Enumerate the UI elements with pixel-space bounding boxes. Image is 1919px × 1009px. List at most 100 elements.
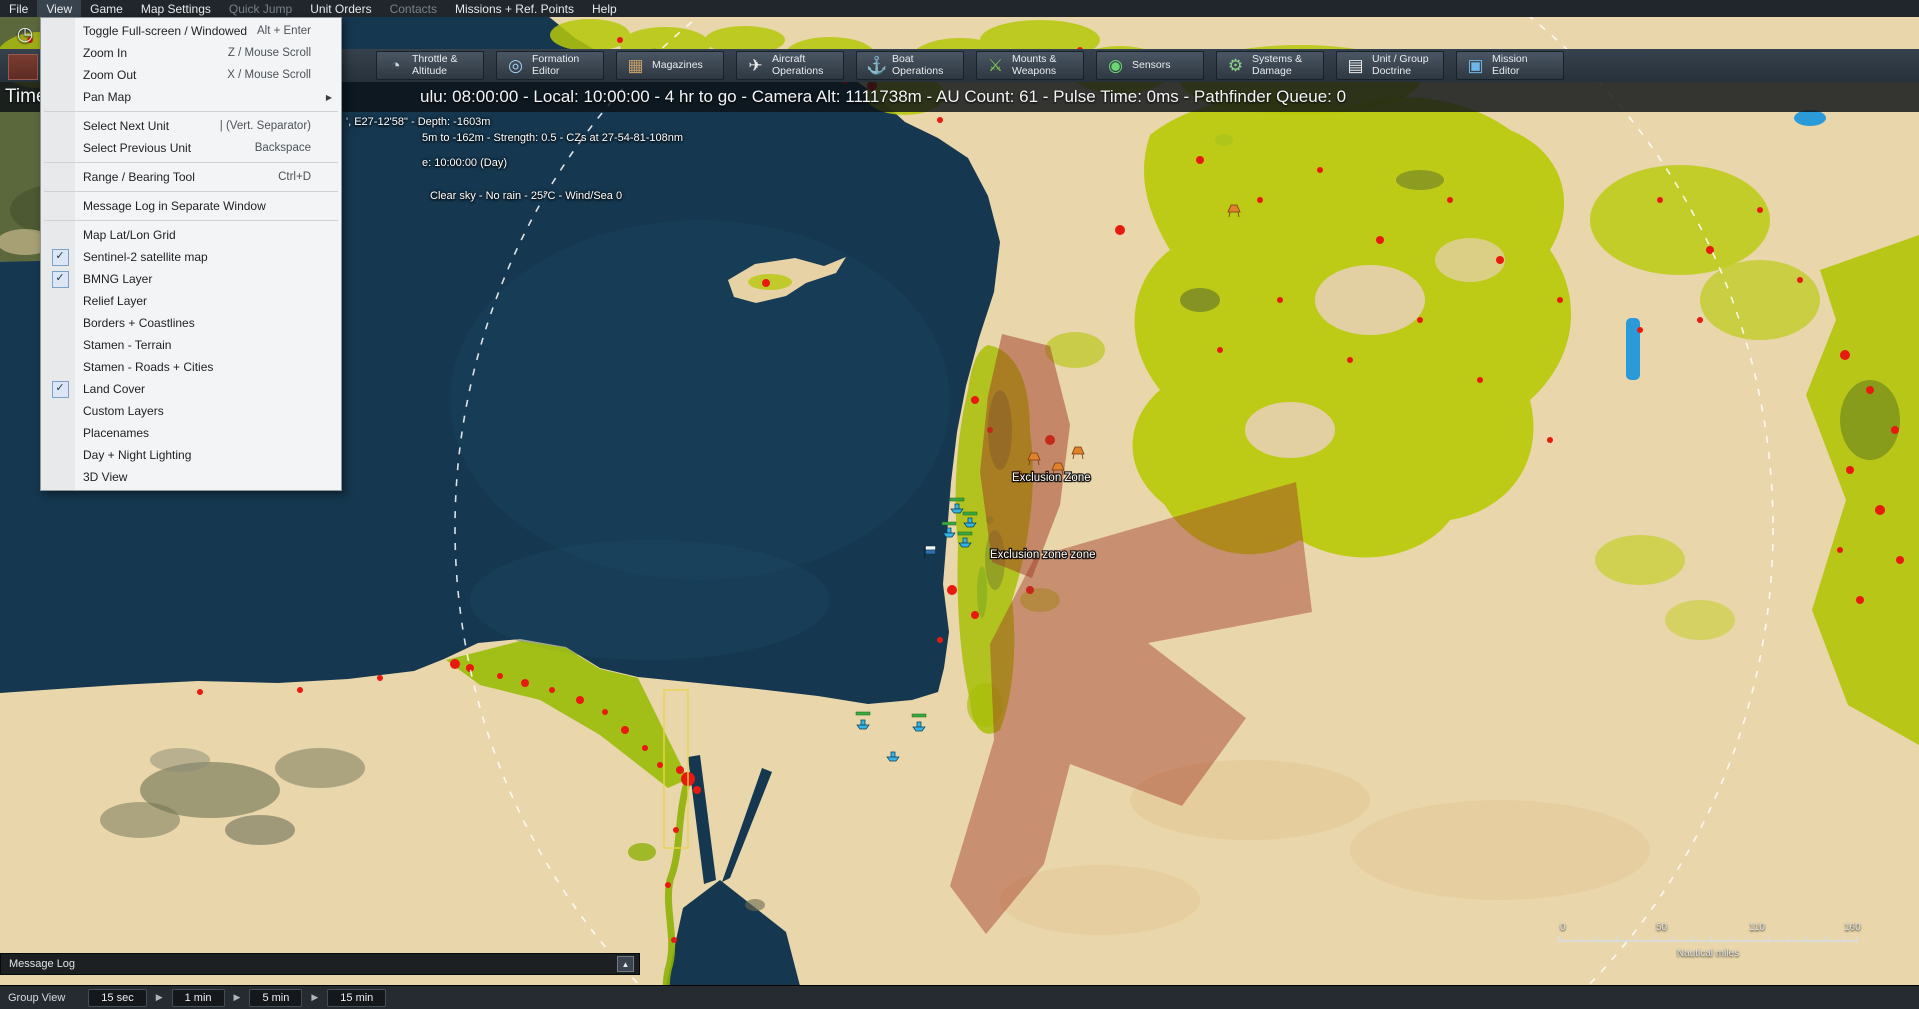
landcover-hole	[1435, 238, 1505, 282]
check-slot	[47, 45, 73, 61]
menu-contacts: Contacts	[381, 0, 446, 17]
menu-item-zoom-in[interactable]: Zoom In Z / Mouse Scroll	[41, 42, 341, 64]
clock-icon[interactable]: ◷	[14, 24, 36, 46]
group-view-label: Group View	[8, 992, 65, 1004]
menu-item-sentinel2-map[interactable]: Sentinel-2 satellite map	[41, 246, 341, 268]
toolbar-systems-damage[interactable]: ⚙ Systems & Damage	[1216, 51, 1324, 80]
mission-editor-icon: ▣	[1466, 56, 1485, 75]
scale-tick: 160	[1844, 922, 1861, 933]
exclusion-zone-label: Exclusion zone zone	[990, 549, 1095, 561]
faiyum-oasis	[628, 843, 656, 861]
landcover-patch	[1665, 600, 1735, 640]
check-slot	[47, 169, 73, 185]
toolbar-button-label: Sensors	[1132, 60, 1194, 72]
menu-missions-ref-points[interactable]: Missions + Ref. Points	[446, 0, 583, 17]
menu-item-placenames[interactable]: Placenames	[41, 422, 341, 444]
menu-item-map-latlon-grid[interactable]: Map Lat/Lon Grid	[41, 224, 341, 246]
toolbar-sensors[interactable]: ◉ Sensors	[1096, 51, 1204, 80]
menu-item-borders-coastlines[interactable]: Borders + Coastlines	[41, 312, 341, 334]
menu-game[interactable]: Game	[81, 0, 132, 17]
gauge-icon: ◔	[386, 56, 405, 75]
menu-bar: File View Game Map Settings Quick Jump U…	[0, 0, 1919, 17]
check-slot	[47, 23, 73, 39]
toolbar-button-label: Mission Editor	[1492, 54, 1554, 78]
aircraft-icon: ✈	[746, 56, 765, 75]
menu-item-zoom-out[interactable]: Zoom Out X / Mouse Scroll	[41, 64, 341, 86]
cursor-position-readout: ', E27-12'58" - Depth: -1603m	[346, 116, 490, 128]
toolbar-button-label: Aircraft Operations	[772, 54, 834, 78]
view-menu-dropdown: Toggle Full-screen / Windowed Alt + Ente…	[40, 17, 342, 491]
sensor-icon: ◉	[1106, 56, 1125, 75]
landcover-patch	[748, 274, 792, 290]
menu-item-select-previous-unit[interactable]: Select Previous Unit Backspace	[41, 137, 341, 159]
checkmark-icon	[47, 249, 73, 265]
menu-unit-orders[interactable]: Unit Orders	[301, 0, 380, 17]
menu-item-relief-layer[interactable]: Relief Layer	[41, 290, 341, 312]
menu-view[interactable]: View	[37, 0, 81, 17]
toolbar-button-label: Boat Operations	[892, 54, 954, 78]
anchor-icon: ⚓	[866, 56, 885, 75]
check-slot	[47, 89, 73, 105]
menu-item-message-log-window[interactable]: Message Log in Separate Window	[41, 195, 341, 217]
menu-item-toggle-fullscreen[interactable]: Toggle Full-screen / Windowed Alt + Ente…	[41, 20, 341, 42]
scale-tick: 50	[1656, 922, 1667, 933]
check-slot	[47, 118, 73, 134]
check-slot	[47, 315, 73, 331]
scale-unit-label: Nautical miles	[1558, 948, 1858, 959]
side-panel-icon[interactable]	[8, 54, 38, 80]
menu-help[interactable]: Help	[583, 0, 626, 17]
menu-item-custom-layers[interactable]: Custom Layers	[41, 400, 341, 422]
menu-map-settings[interactable]: Map Settings	[132, 0, 220, 17]
menu-item-select-next-unit[interactable]: Select Next Unit | (Vert. Separator)	[41, 115, 341, 137]
check-slot	[47, 337, 73, 353]
check-slot	[47, 140, 73, 156]
menu-file[interactable]: File	[0, 0, 37, 17]
local-time-readout: e: 10:00:00 (Day)	[422, 157, 507, 169]
check-slot	[47, 359, 73, 375]
scale-tick: 110	[1749, 922, 1765, 933]
message-log-bar[interactable]: Message Log ▲	[0, 953, 640, 975]
toolbar-button-label: Magazines	[652, 60, 714, 72]
menu-item-stamen-terrain[interactable]: Stamen - Terrain	[41, 334, 341, 356]
checkmark-icon	[47, 271, 73, 287]
gear-icon: ⚙	[1226, 56, 1245, 75]
toolbar-formation-editor[interactable]: ◎ Formation Editor	[496, 51, 604, 80]
menu-separator	[44, 111, 338, 112]
menu-item-3d-view[interactable]: 3D View	[41, 466, 341, 488]
menu-item-day-night-lighting[interactable]: Day + Night Lighting	[41, 444, 341, 466]
toolbar-mounts-weapons[interactable]: ⚔ Mounts & Weapons	[976, 51, 1084, 80]
time-step-15min-button[interactable]: 15 min	[327, 989, 386, 1007]
toolbar-button-label: Unit / Group Doctrine	[1372, 54, 1434, 78]
toolbar-magazines[interactable]: ▦ Magazines	[616, 51, 724, 80]
landcover-patch	[1595, 535, 1685, 585]
menu-item-stamen-roads-cities[interactable]: Stamen - Roads + Cities	[41, 356, 341, 378]
message-log-title: Message Log	[9, 954, 75, 974]
step-arrow-icon: ▶	[234, 992, 241, 1003]
landcover-patch	[1180, 288, 1220, 312]
popout-arrow-button[interactable]: ▲	[617, 956, 634, 972]
weapons-icon: ⚔	[986, 56, 1005, 75]
menu-item-range-bearing-tool[interactable]: Range / Bearing Tool Ctrl+D	[41, 166, 341, 188]
app-window: Exclusion Zone Exclusion zone zone ◔ Thr…	[0, 0, 1919, 1009]
toolbar-button-label: Mounts & Weapons	[1012, 54, 1074, 78]
toolbar-unit-group-doctrine[interactable]: ▤ Unit / Group Doctrine	[1336, 51, 1444, 80]
menu-separator	[44, 191, 338, 192]
toolbar-boat-operations[interactable]: ⚓ Boat Operations	[856, 51, 964, 80]
landcover-hole	[1315, 265, 1425, 335]
toolbar-aircraft-operations[interactable]: ✈ Aircraft Operations	[736, 51, 844, 80]
time-step-1min-button[interactable]: 1 min	[172, 989, 225, 1007]
check-slot	[47, 227, 73, 243]
time-step-15sec-button[interactable]: 15 sec	[88, 989, 146, 1007]
menu-item-pan-map[interactable]: Pan Map	[41, 86, 341, 108]
menu-item-land-cover[interactable]: Land Cover	[41, 378, 341, 400]
menu-item-bmng-layer[interactable]: BMNG Layer	[41, 268, 341, 290]
time-step-5min-button[interactable]: 5 min	[249, 989, 302, 1007]
formation-icon: ◎	[506, 56, 525, 75]
step-arrow-icon: ▶	[156, 992, 163, 1003]
check-slot	[47, 425, 73, 441]
toolbar-throttle-altitude[interactable]: ◔ Throttle & Altitude	[376, 51, 484, 80]
landcover-patch	[1700, 260, 1820, 340]
toolbar-mission-editor[interactable]: ▣ Mission Editor	[1456, 51, 1564, 80]
simulation-status-text: ulu: 08:00:00 - Local: 10:00:00 - 4 hr t…	[420, 82, 1346, 112]
toolbar-button-label: Systems & Damage	[1252, 54, 1314, 78]
